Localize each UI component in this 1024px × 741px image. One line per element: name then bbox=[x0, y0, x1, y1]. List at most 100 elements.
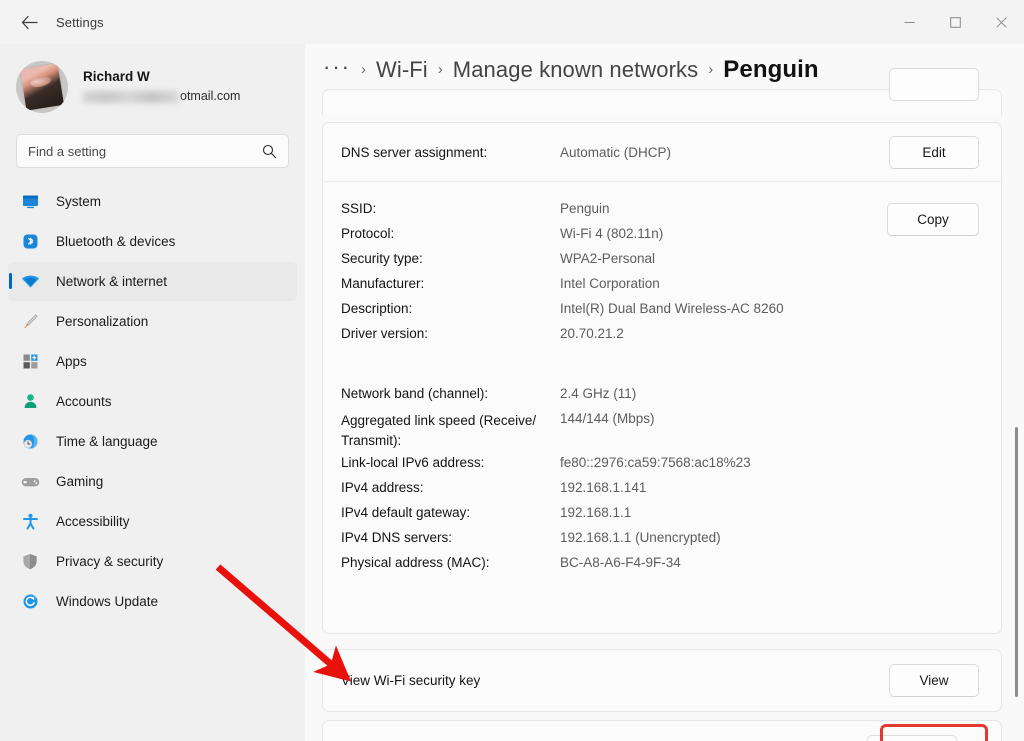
content-scrollbar[interactable] bbox=[1015, 427, 1018, 697]
property-value: 192.168.1.1 (Unencrypted) bbox=[560, 530, 721, 545]
update-refresh-icon bbox=[20, 592, 40, 612]
dns-label: DNS server assignment: bbox=[341, 145, 487, 160]
title-bar: Settings bbox=[0, 0, 1024, 44]
card-partial-above bbox=[322, 89, 1002, 115]
sidebar-item-apps[interactable]: Apps bbox=[8, 342, 297, 381]
security-key-card[interactable]: View Wi-Fi security key View bbox=[322, 649, 1002, 712]
sidebar-item-personalization[interactable]: Personalization bbox=[8, 302, 297, 341]
sidebar-item-label: Windows Update bbox=[56, 594, 158, 609]
advanced-properties-card[interactable]: Advanced Wi-Fi network properties Edit bbox=[322, 720, 1002, 741]
property-label: IPv4 default gateway: bbox=[341, 505, 560, 520]
property-value: Intel Corporation bbox=[560, 276, 660, 291]
back-arrow-icon bbox=[21, 15, 38, 30]
property-row: Security type: WPA2-Personal bbox=[341, 251, 784, 276]
settings-window: Settings Richard W otmail.com bbox=[0, 0, 1024, 741]
view-security-key-button[interactable]: View bbox=[889, 664, 979, 697]
breadcrumb-manage-known-networks[interactable]: Manage known networks bbox=[453, 57, 698, 83]
sidebar-item-label: Network & internet bbox=[56, 274, 167, 289]
sidebar-item-bluetooth-devices[interactable]: Bluetooth & devices bbox=[8, 222, 297, 261]
property-value: Wi-Fi 4 (802.11n) bbox=[560, 226, 663, 241]
sidebar-item-label: System bbox=[56, 194, 101, 209]
breadcrumb-overflow[interactable]: ··· bbox=[323, 54, 351, 80]
property-value: Penguin bbox=[560, 201, 610, 216]
maximize-icon bbox=[950, 17, 961, 28]
monitor-icon bbox=[20, 192, 40, 212]
sidebar-item-privacy-security[interactable]: Privacy & security bbox=[8, 542, 297, 581]
shield-icon bbox=[20, 552, 40, 572]
property-row: SSID: Penguin bbox=[341, 201, 784, 226]
gamepad-icon bbox=[20, 472, 40, 492]
sidebar-nav: System Bluetooth & devices Network & int… bbox=[0, 182, 305, 621]
network-properties-card: DNS server assignment: Automatic (DHCP) … bbox=[322, 122, 1002, 634]
property-row: Aggregated link speed (Receive/ Transmit… bbox=[341, 411, 751, 455]
property-row: Description: Intel(R) Dual Band Wireless… bbox=[341, 301, 784, 326]
dns-edit-button[interactable]: Edit bbox=[889, 136, 979, 169]
sidebar-item-windows-update[interactable]: Windows Update bbox=[8, 582, 297, 621]
security-key-label: View Wi-Fi security key bbox=[341, 673, 480, 688]
property-label: Driver version: bbox=[341, 326, 560, 341]
partial-button-above[interactable] bbox=[889, 68, 979, 101]
property-value: BC-A8-A6-F4-9F-34 bbox=[560, 555, 681, 570]
sidebar-item-accessibility[interactable]: Accessibility bbox=[8, 502, 297, 541]
sidebar-item-label: Gaming bbox=[56, 474, 103, 489]
paintbrush-icon bbox=[20, 312, 40, 332]
breadcrumb-wifi[interactable]: Wi-Fi bbox=[376, 57, 428, 83]
property-label: IPv4 address: bbox=[341, 480, 560, 495]
search-container bbox=[0, 120, 305, 168]
sidebar-item-accounts[interactable]: Accounts bbox=[8, 382, 297, 421]
property-label: Link-local IPv6 address: bbox=[341, 455, 560, 470]
user-profile[interactable]: Richard W otmail.com bbox=[0, 44, 305, 120]
search-icon bbox=[262, 144, 277, 159]
bluetooth-icon bbox=[20, 232, 40, 252]
window-controls bbox=[886, 0, 1024, 44]
sidebar: Richard W otmail.com bbox=[0, 44, 305, 741]
sidebar-item-system[interactable]: System bbox=[8, 182, 297, 221]
property-value: 192.168.1.141 bbox=[560, 480, 646, 495]
property-label: SSID: bbox=[341, 201, 560, 216]
settings-scroll-area: DNS server assignment: Automatic (DHCP) … bbox=[305, 102, 1024, 741]
profile-name: Richard W bbox=[83, 69, 240, 86]
breadcrumb-separator: › bbox=[438, 61, 443, 78]
copy-button[interactable]: Copy bbox=[887, 203, 979, 236]
property-value: Intel(R) Dual Band Wireless-AC 8260 bbox=[560, 301, 784, 316]
sidebar-item-label: Accounts bbox=[56, 394, 112, 409]
property-list-primary: SSID: Penguin Protocol: Wi-Fi 4 (802.11n… bbox=[341, 201, 784, 351]
search-input[interactable] bbox=[28, 144, 262, 159]
property-row: Network band (channel): 2.4 GHz (11) bbox=[341, 386, 751, 411]
search-box[interactable] bbox=[16, 134, 289, 168]
page-title: Penguin bbox=[723, 56, 818, 84]
minimize-button[interactable] bbox=[886, 0, 932, 44]
property-value: WPA2-Personal bbox=[560, 251, 655, 266]
property-label: Description: bbox=[341, 301, 560, 316]
apps-grid-icon bbox=[20, 352, 40, 372]
minimize-icon bbox=[904, 17, 915, 28]
property-value: 2.4 GHz (11) bbox=[560, 386, 636, 401]
row-divider bbox=[323, 181, 1001, 182]
property-row: Manufacturer: Intel Corporation bbox=[341, 276, 784, 301]
property-label: Manufacturer: bbox=[341, 276, 560, 291]
sidebar-item-label: Accessibility bbox=[56, 514, 130, 529]
app-title: Settings bbox=[56, 15, 104, 30]
dns-value: Automatic (DHCP) bbox=[560, 145, 671, 160]
back-button[interactable] bbox=[12, 7, 46, 37]
accessibility-person-icon bbox=[20, 512, 40, 532]
sidebar-item-gaming[interactable]: Gaming bbox=[8, 462, 297, 501]
email-suffix: otmail.com bbox=[180, 89, 240, 105]
property-label: Protocol: bbox=[341, 226, 560, 241]
property-row: IPv4 DNS servers: 192.168.1.1 (Unencrypt… bbox=[341, 530, 751, 555]
sidebar-item-label: Personalization bbox=[56, 314, 148, 329]
property-value: 192.168.1.1 bbox=[560, 505, 631, 520]
property-row: IPv4 default gateway: 192.168.1.1 bbox=[341, 505, 751, 530]
maximize-button[interactable] bbox=[932, 0, 978, 44]
close-button[interactable] bbox=[978, 0, 1024, 44]
person-icon bbox=[20, 392, 40, 412]
advanced-edit-button-wrapper: Edit bbox=[889, 735, 979, 741]
clock-globe-icon bbox=[20, 432, 40, 452]
close-icon bbox=[996, 17, 1007, 28]
sidebar-item-time-language[interactable]: Time & language bbox=[8, 422, 297, 461]
sidebar-item-network-internet[interactable]: Network & internet bbox=[8, 262, 297, 301]
profile-email: otmail.com bbox=[83, 89, 240, 105]
property-row: Driver version: 20.70.21.2 bbox=[341, 326, 784, 351]
sidebar-item-label: Apps bbox=[56, 354, 87, 369]
advanced-edit-button[interactable]: Edit bbox=[867, 735, 957, 741]
